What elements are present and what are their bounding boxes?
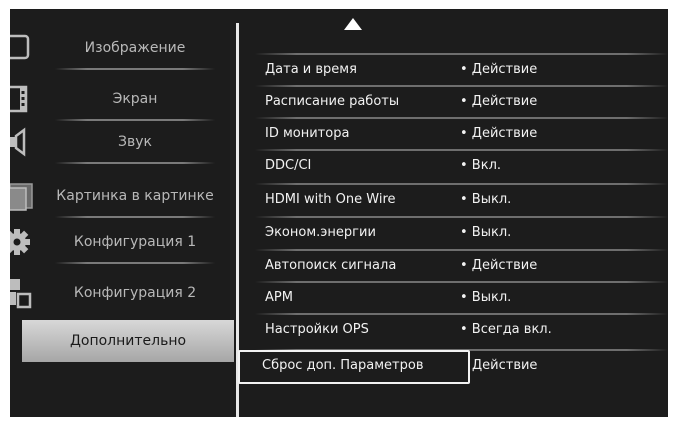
- sidebar-divider: [55, 68, 215, 70]
- setting-row-hdmi-one-wire[interactable]: HDMI with One Wire • Выкл.: [240, 183, 668, 216]
- setting-value: • Действие: [460, 258, 538, 273]
- sidebar-item-screen[interactable]: Экран: [10, 78, 234, 121]
- speaker-icon: [10, 127, 26, 157]
- sidebar-item-label: Картинка в картинке: [56, 188, 214, 204]
- setting-value: • Действие: [460, 62, 538, 77]
- blocks-icon: [10, 279, 32, 309]
- sidebar-divider: [55, 262, 215, 264]
- setting-name: Дата и время: [265, 62, 357, 77]
- setting-name: DDC/CI: [265, 158, 312, 173]
- setting-value: • Действие: [460, 94, 538, 109]
- sidebar-divider: [55, 216, 215, 218]
- sidebar-item-config1[interactable]: Конфигурация 1: [10, 221, 234, 264]
- setting-value: • Выкл.: [460, 225, 512, 240]
- scroll-up-arrow-icon[interactable]: [344, 18, 362, 30]
- setting-value: • Вкл.: [460, 158, 502, 173]
- osd-menu-screen: Изображение Экран Звук Картинка в картин…: [10, 9, 668, 417]
- gear-icon: [10, 229, 30, 255]
- setting-name: Эконом.энергии: [265, 225, 376, 240]
- sidebar-item-label: Звук: [118, 134, 152, 150]
- setting-name: Расписание работы: [265, 94, 400, 109]
- sidebar-item-config2[interactable]: Конфигурация 2: [10, 272, 234, 314]
- pip-icon: [10, 183, 33, 211]
- sidebar-item-label: Изображение: [84, 40, 186, 56]
- setting-name: Сброс доп. Параметров: [262, 358, 424, 373]
- setting-value: • Действие: [460, 126, 538, 141]
- setting-row-ddc-ci[interactable]: DDC/CI • Вкл.: [240, 149, 668, 182]
- sidebar-item-sound[interactable]: Звук: [10, 121, 234, 164]
- setting-value: • Выкл.: [460, 290, 512, 305]
- sidebar-divider: [55, 162, 215, 164]
- sidebar-item-label: Конфигурация 1: [73, 234, 197, 250]
- setting-value: Действие: [472, 358, 538, 373]
- sidebar-item-pip[interactable]: Картинка в картинке: [10, 175, 234, 218]
- setting-row-date-time[interactable]: Дата и время • Действие: [240, 53, 668, 86]
- sidebar-item-picture[interactable]: Изображение: [10, 27, 234, 70]
- setting-row-power-save[interactable]: Эконом.энергии • Выкл.: [240, 216, 668, 249]
- setting-row-reset[interactable]: Сброс доп. Параметров Действие: [238, 349, 668, 384]
- setting-name: Настройки OPS: [265, 322, 369, 337]
- setting-value: • Выкл.: [460, 192, 512, 207]
- sidebar-item-label: Экран: [112, 91, 158, 107]
- film-screen-icon: [10, 85, 28, 113]
- setting-row-auto-signal[interactable]: Автопоиск сигнала • Действие: [240, 249, 668, 282]
- setting-value: • Всегда вкл.: [460, 322, 552, 337]
- setting-row-monitor-id[interactable]: ID монитора • Действие: [240, 117, 668, 150]
- setting-name: APM: [265, 290, 293, 305]
- sidebar-item-label: Конфигурация 2: [73, 285, 197, 301]
- setting-row-schedule[interactable]: Расписание работы • Действие: [240, 85, 668, 118]
- setting-row-ops[interactable]: Настройки OPS • Всегда вкл.: [240, 313, 668, 346]
- picture-icon: [10, 34, 30, 60]
- sidebar-item-advanced[interactable]: Дополнительно: [10, 320, 234, 362]
- setting-name: ID монитора: [265, 126, 350, 141]
- setting-name: Автопоиск сигнала: [265, 258, 397, 273]
- sidebar-item-label: Дополнительно: [69, 333, 187, 349]
- setting-row-apm[interactable]: APM • Выкл.: [240, 281, 668, 314]
- setting-name: HDMI with One Wire: [265, 192, 396, 207]
